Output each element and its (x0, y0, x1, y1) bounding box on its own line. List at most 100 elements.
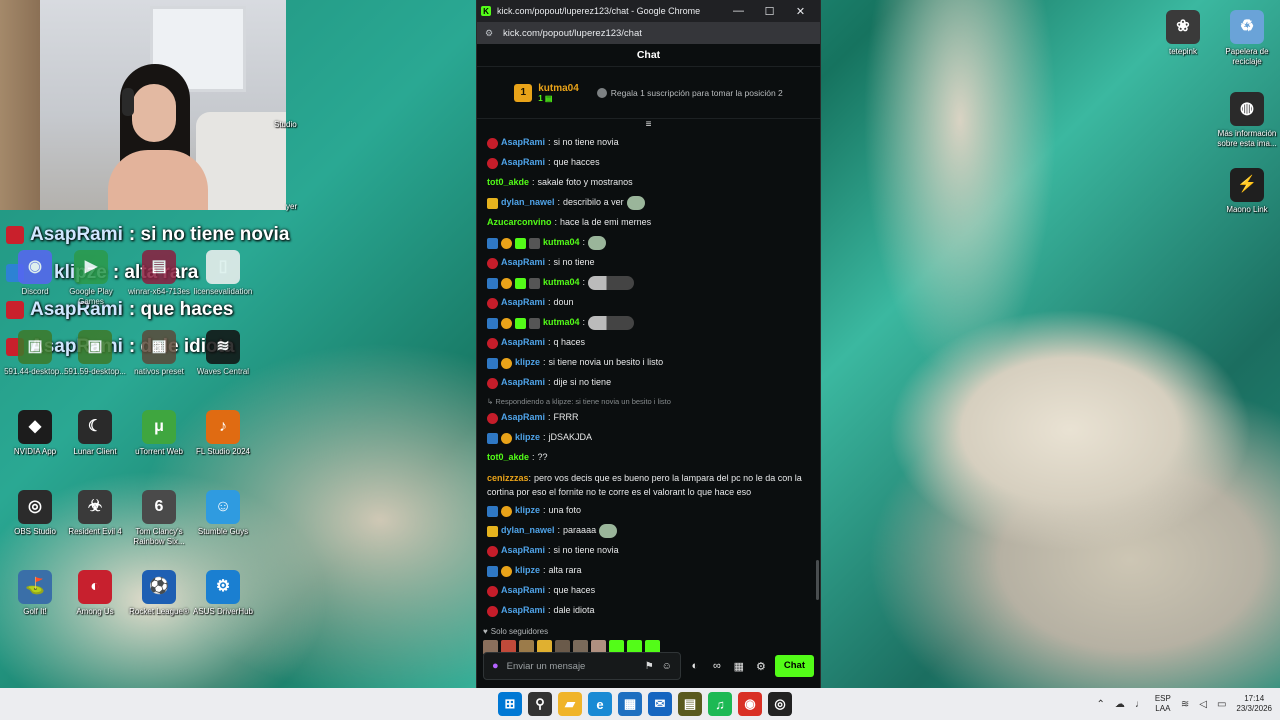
settings-gear-icon[interactable]: ⚙ (753, 660, 769, 673)
points-icon[interactable]: ◐ (687, 660, 703, 672)
chat-scrollbar[interactable] (816, 560, 819, 600)
emote-icon[interactable] (588, 316, 635, 330)
chat-username[interactable]: tot0_akde (487, 176, 529, 190)
minimize-button[interactable]: — (723, 5, 754, 17)
chat-message[interactable]: kutma04: (487, 313, 810, 333)
emote-icon[interactable] (626, 196, 645, 210)
collapse-icon[interactable]: ≡ (646, 119, 652, 130)
battery-icon[interactable]: ▭ (1217, 699, 1226, 710)
store-taskbar-icon[interactable]: ▦ (618, 692, 642, 716)
outlook-taskbar-icon[interactable]: ✉ (648, 692, 672, 716)
chat-message[interactable]: Azucarconvino: hace la de emi mernes (487, 213, 810, 233)
chat-username[interactable]: AsapRami (501, 604, 545, 618)
chat-message[interactable]: dylan_nawel: paraaaa (487, 521, 810, 541)
chat-username[interactable]: AsapRami (501, 336, 545, 350)
chat-message[interactable]: AsapRami: que haces (487, 581, 810, 601)
chat-username[interactable]: AsapRami (501, 156, 545, 170)
gift-sub-text[interactable]: Regala 1 suscripción para tomar la posic… (611, 88, 783, 98)
desktop-icon[interactable]: ☺ Stumble Guys (188, 490, 258, 537)
desktop-icon[interactable]: ▤ winrar-x64-713es (124, 250, 194, 297)
translate-icon[interactable]: ⚑ (645, 661, 654, 672)
wifi-icon[interactable]: ≋ (1181, 699, 1189, 710)
desktop-icon[interactable]: ≋ Waves Central (188, 330, 258, 377)
chat-message[interactable]: AsapRami: FRRR (487, 408, 810, 428)
chat-message[interactable]: AsapRami: si no tiene (487, 253, 810, 273)
chat-message[interactable]: AsapRami: si no tiene novia (487, 133, 810, 153)
site-settings-icon[interactable]: ⚙ (485, 28, 497, 39)
chat-message[interactable]: AsapRami: dije si no tiene (487, 373, 810, 393)
chat-input[interactable]: Enviar un mensaje (507, 661, 637, 672)
desktop-icon[interactable]: ⚙ ASUS DriverHub (188, 570, 258, 617)
chevron-up-icon[interactable]: ⌃ (1096, 699, 1104, 710)
chrome-taskbar-icon[interactable]: ◉ (738, 692, 762, 716)
reply-context[interactable]: ↳ Respondiendo a klipze: si tiene novia … (487, 393, 810, 408)
start-taskbar-icon[interactable]: ⊞ (498, 692, 522, 716)
chat-username[interactable]: cenizzzas (487, 473, 529, 483)
microphone-icon[interactable]: ● (492, 660, 499, 672)
chat-username[interactable]: klipze (515, 564, 540, 578)
obs-taskbar-icon[interactable]: ◎ (768, 692, 792, 716)
chat-username[interactable]: kutma04 (543, 276, 580, 290)
chat-message[interactable]: klipze: jDSAKJDA (487, 428, 810, 448)
close-button[interactable]: ✕ (785, 5, 816, 18)
desktop-icon[interactable]: ❀ tetepink (1148, 10, 1218, 57)
desktop-icon[interactable]: ◍ Más información sobre esta ima... (1212, 92, 1280, 148)
emoji-icon[interactable]: ☺ (662, 661, 672, 672)
chat-username[interactable]: AsapRami (501, 584, 545, 598)
desktop-icon[interactable]: ⚽ Rocket League® (124, 570, 194, 617)
emote-icon[interactable] (599, 524, 618, 538)
desktop-icon[interactable]: ☾ Lunar Client (60, 410, 130, 457)
gift-sub-prompt[interactable]: Regala 1 suscripción para tomar la posic… (596, 87, 783, 98)
chat-username[interactable]: AsapRami (501, 411, 545, 425)
chat-username[interactable]: kutma04 (543, 236, 580, 250)
chat-message[interactable]: AsapRami: q haces (487, 333, 810, 353)
language-indicator[interactable]: ESP LAA (1155, 694, 1171, 714)
desktop-icon[interactable]: ▦ nativos preset (124, 330, 194, 377)
chat-message[interactable]: klipze: si tiene novia un besito i listo (487, 353, 810, 373)
chat-username[interactable]: Azucarconvino (487, 216, 552, 230)
maximize-button[interactable]: ☐ (754, 5, 785, 18)
chat-message[interactable]: AsapRami: si no tiene novia (487, 541, 810, 561)
chat-username[interactable]: AsapRami (501, 544, 545, 558)
chat-message[interactable]: AsapRami: dale idiota (487, 601, 810, 621)
desktop-icon[interactable]: 6 Tom Clancy's Rainbow Six... (124, 490, 194, 546)
app-box-taskbar-icon[interactable]: ▤ (678, 692, 702, 716)
collapse-pinned-button[interactable]: ≡ (477, 119, 820, 131)
chat-username[interactable]: klipze (515, 431, 540, 445)
volume-icon[interactable]: ◁ (1199, 699, 1207, 710)
chat-username[interactable]: klipze (515, 356, 540, 370)
desktop-icon[interactable]: ⚡ Maono Link (1212, 168, 1280, 215)
chat-message[interactable]: cenizzzas: pero vos decis que es bueno pe… (487, 468, 810, 501)
chat-input-box[interactable]: ● Enviar un mensaje ⚑ ☺ (483, 652, 681, 680)
chat-username[interactable]: AsapRami (501, 136, 545, 150)
edge-taskbar-icon[interactable]: e (588, 692, 612, 716)
chat-message[interactable]: AsapRami: que hacces (487, 153, 810, 173)
chat-username[interactable]: tot0_akde (487, 451, 529, 465)
desktop-icon[interactable]: ♪ FL Studio 2024 (188, 410, 258, 457)
chat-message[interactable]: kutma04: (487, 273, 810, 293)
chat-message[interactable]: klipze: una foto (487, 501, 810, 521)
infinity-icon[interactable]: ∞ (709, 660, 725, 672)
window-titlebar[interactable]: K kick.com/popout/luperez123/chat - Goog… (477, 0, 820, 22)
chat-username[interactable]: dylan_nawel (501, 524, 555, 538)
address-url[interactable]: kick.com/popout/luperez123/chat (503, 28, 642, 39)
emote-icon[interactable] (588, 236, 607, 250)
explorer-taskbar-icon[interactable]: ▰ (558, 692, 582, 716)
desktop-icon[interactable]: ▶ Google Play Games (56, 250, 126, 306)
chat-message[interactable]: kutma04: (487, 233, 810, 253)
mic-tray-icon[interactable]: ♩ (1135, 699, 1145, 710)
desktop-icon[interactable]: μ uTorrent Web (124, 410, 194, 457)
emote-icon[interactable] (588, 276, 635, 290)
chat-username[interactable]: AsapRami (501, 296, 545, 310)
pinned-username[interactable]: kutma04 (538, 83, 579, 94)
chat-message[interactable]: tot0_akde: sakale foto y mostranos (487, 173, 810, 193)
pinned-user[interactable]: kutma04 1 ▤ (538, 83, 579, 103)
send-chat-button[interactable]: Chat (774, 655, 814, 677)
network-icon[interactable]: ☁ (1115, 699, 1125, 710)
search-taskbar-icon[interactable]: ⚲ (528, 692, 552, 716)
desktop-icon[interactable]: ☣ Resident Evil 4 (60, 490, 130, 537)
chat-message[interactable]: tot0_akde:?? (487, 448, 810, 468)
chat-username[interactable]: klipze (515, 504, 540, 518)
chat-username[interactable]: dylan_nawel (501, 196, 555, 210)
chat-username[interactable]: AsapRami (501, 376, 545, 390)
